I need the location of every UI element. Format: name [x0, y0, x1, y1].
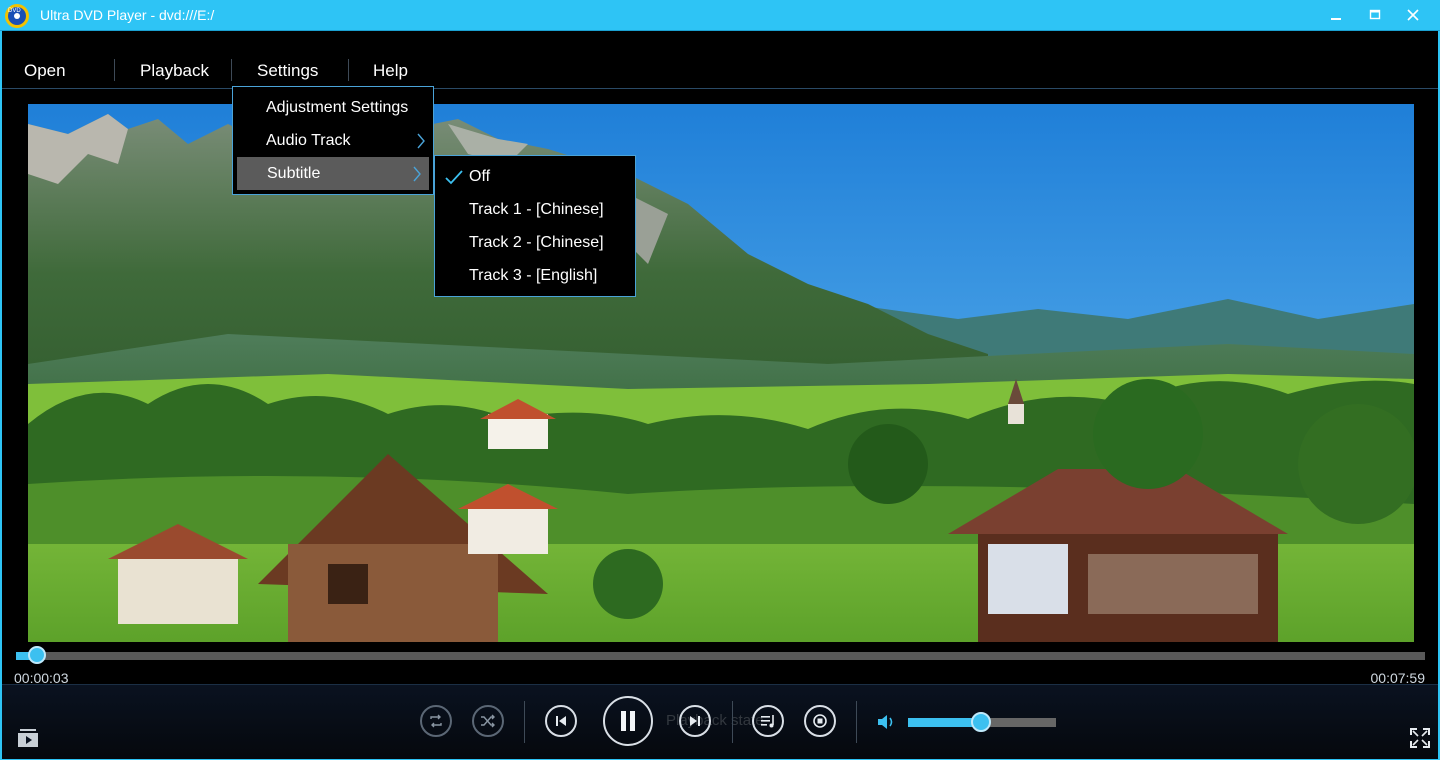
menu-open[interactable]: Open: [24, 61, 66, 81]
menu-divider: [114, 59, 115, 81]
menu-item-label: Subtitle: [267, 165, 321, 182]
subtitle-option-track-1[interactable]: Track 1 - [Chinese]: [435, 193, 635, 226]
settings-dropdown: Adjustment Settings Audio Track Subtitle: [232, 86, 434, 195]
menu-item-audio-track[interactable]: Audio Track: [233, 124, 433, 157]
app-logo-icon: DVD: [5, 4, 29, 28]
close-icon: [1407, 9, 1419, 21]
menu-playback[interactable]: Playback: [140, 61, 209, 81]
menu-item-label: Audio Track: [266, 132, 351, 149]
pause-icon: [621, 711, 635, 731]
next-icon: [690, 716, 700, 726]
title-bar: DVD Ultra DVD Player - dvd:///E:/: [0, 0, 1440, 31]
playlist-icon[interactable]: [18, 729, 38, 747]
window-frame-left: [0, 31, 2, 760]
music-list-icon: [761, 715, 774, 728]
subtitle-option-track-2[interactable]: Track 2 - [Chinese]: [435, 226, 635, 259]
chevron-right-icon: [413, 166, 421, 182]
repeat-button[interactable]: [420, 705, 452, 737]
subtitle-option-label: Track 3 - [English]: [469, 267, 598, 284]
previous-button[interactable]: [545, 705, 577, 737]
volume-slider-fill: [908, 718, 981, 727]
close-button[interactable]: [1390, 0, 1436, 30]
stop-icon: [813, 714, 827, 728]
svg-text:DVD: DVD: [8, 8, 21, 14]
control-divider: [732, 701, 733, 743]
subtitle-option-track-3[interactable]: Track 3 - [English]: [435, 259, 635, 292]
menu-item-subtitle[interactable]: Subtitle: [237, 157, 429, 190]
minimize-icon: [1331, 18, 1341, 20]
previous-icon: [556, 716, 566, 726]
music-list-button[interactable]: [752, 705, 784, 737]
shuffle-icon: [481, 714, 495, 728]
menu-help[interactable]: Help: [373, 61, 408, 81]
checkmark-icon: [445, 170, 463, 185]
pause-button[interactable]: [603, 696, 653, 746]
menu-item-adjustment-settings[interactable]: Adjustment Settings: [233, 91, 433, 124]
stop-button[interactable]: [804, 705, 836, 737]
volume-slider-thumb[interactable]: [970, 712, 991, 732]
subtitle-submenu: Off Track 1 - [Chinese] Track 2 - [Chine…: [434, 155, 636, 297]
chevron-right-icon: [417, 133, 425, 149]
menu-item-label: Adjustment Settings: [266, 99, 409, 116]
repeat-icon: [430, 714, 442, 728]
subtitle-option-label: Off: [469, 168, 491, 185]
menu-bar: Open Playback Settings Help: [2, 31, 1438, 89]
shuffle-button[interactable]: [472, 705, 504, 737]
next-button[interactable]: [679, 705, 711, 737]
menu-divider: [348, 59, 349, 81]
fullscreen-icon[interactable]: [1410, 728, 1430, 748]
menu-settings[interactable]: Settings: [257, 61, 318, 81]
subtitle-option-off[interactable]: Off: [435, 160, 635, 193]
control-divider: [524, 701, 525, 743]
subtitle-option-label: Track 1 - [Chinese]: [469, 201, 604, 218]
control-divider: [856, 701, 857, 743]
volume-icon[interactable]: [877, 713, 897, 731]
window-title: Ultra DVD Player - dvd:///E:/: [40, 7, 215, 23]
menu-divider: [231, 59, 232, 81]
maximize-icon: [1369, 9, 1381, 20]
control-bar: Playback state: [2, 684, 1438, 759]
subtitle-option-label: Track 2 - [Chinese]: [469, 234, 604, 251]
seek-bar[interactable]: [16, 652, 1425, 660]
seek-bar-thumb[interactable]: [28, 646, 47, 664]
